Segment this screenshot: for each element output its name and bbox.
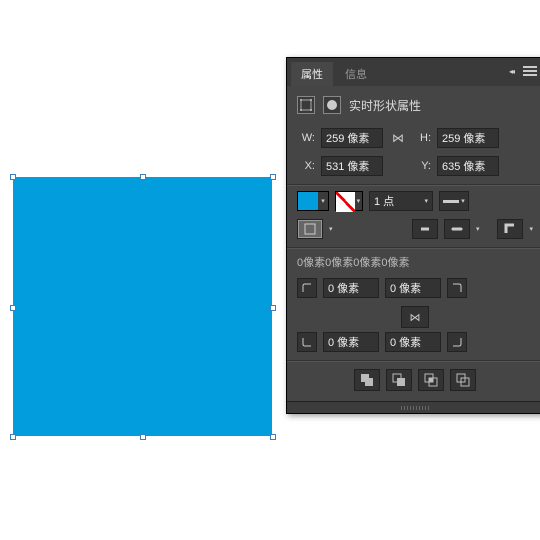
transform-handle-mr[interactable] [270, 305, 276, 311]
height-input[interactable]: 259 像素 [437, 128, 499, 148]
corner-tl-input[interactable]: 0 像素 [323, 278, 379, 298]
panel-menu-icon[interactable] [523, 66, 537, 76]
section-title: 实时形状属性 [349, 97, 421, 114]
corner-readout: 0像素0像素0像素0像素 [297, 254, 533, 270]
tab-properties[interactable]: 属性 [291, 62, 333, 86]
width-input[interactable]: 259 像素 [321, 128, 383, 148]
cap-round[interactable] [444, 219, 470, 239]
corner-br-input[interactable]: 0 像素 [385, 332, 441, 352]
transform-handle-bm[interactable] [140, 434, 146, 440]
join-miter[interactable] [497, 219, 523, 239]
chevron-down-icon: ▾ [318, 192, 328, 210]
y-input[interactable]: 635 像素 [437, 156, 499, 176]
stroke-style-dropdown[interactable]: ▾ [439, 191, 469, 211]
path-subtract[interactable] [386, 369, 412, 391]
stroke-align-inside[interactable] [297, 219, 323, 239]
properties-panel: ◂◂ 属性 信息 实时形状属性 W: 259 像素 ⋈ H: 259 像素 X:… [286, 57, 540, 414]
y-label: Y: [413, 160, 431, 172]
transform-handle-bl[interactable] [10, 434, 16, 440]
transform-handle-tm[interactable] [140, 174, 146, 180]
corner-bl-input[interactable]: 0 像素 [323, 332, 379, 352]
transform-handle-tr[interactable] [270, 174, 276, 180]
tab-info[interactable]: 信息 [335, 62, 377, 86]
link-corners-icon[interactable]: ⋈ [401, 306, 429, 328]
x-label: X: [297, 160, 315, 172]
corner-tr-input[interactable]: 0 像素 [385, 278, 441, 298]
transform-handle-ml[interactable] [10, 305, 16, 311]
path-intersect[interactable] [418, 369, 444, 391]
path-combine[interactable] [354, 369, 380, 391]
chevron-down-icon: ▾ [355, 192, 362, 210]
fill-swatch[interactable]: ▾ [297, 191, 329, 211]
transform-handle-br[interactable] [270, 434, 276, 440]
corner-br-icon[interactable] [447, 332, 467, 352]
stroke-swatch[interactable]: ▾ [335, 191, 363, 211]
path-exclude[interactable] [450, 369, 476, 391]
x-input[interactable]: 531 像素 [321, 156, 383, 176]
bounding-box-icon [297, 96, 315, 114]
panel-resize-grip[interactable] [287, 401, 540, 413]
corner-bl-icon[interactable] [297, 332, 317, 352]
canvas-shape[interactable] [13, 177, 272, 436]
panel-collapse-icon[interactable]: ◂◂ [509, 67, 513, 76]
live-shape-mask-icon [323, 96, 341, 114]
stroke-weight-dropdown[interactable]: 1 点▾ [369, 191, 433, 211]
link-wh-icon[interactable]: ⋈ [389, 131, 407, 145]
width-label: W: [297, 132, 315, 144]
corner-tr-icon[interactable] [447, 278, 467, 298]
cap-butt[interactable] [412, 219, 438, 239]
corner-tl-icon[interactable] [297, 278, 317, 298]
transform-handle-tl[interactable] [10, 174, 16, 180]
height-label: H: [413, 132, 431, 144]
